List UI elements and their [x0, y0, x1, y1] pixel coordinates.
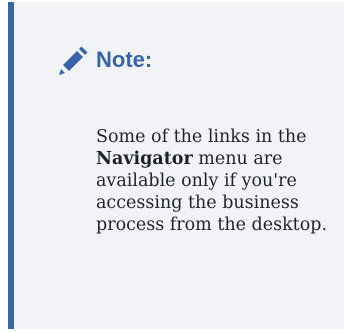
note-title: Note: [96, 47, 153, 72]
note-body: Some of the links in the Navigator menu … [96, 126, 344, 236]
pencil-icon [52, 42, 88, 78]
note-header: Note: [52, 42, 152, 78]
navigator-emphasis: Navigator [96, 149, 193, 169]
note-callout: Note: Some of the links in the Navigator… [8, 2, 344, 329]
note-text-before: Some of the links in the [96, 127, 307, 147]
